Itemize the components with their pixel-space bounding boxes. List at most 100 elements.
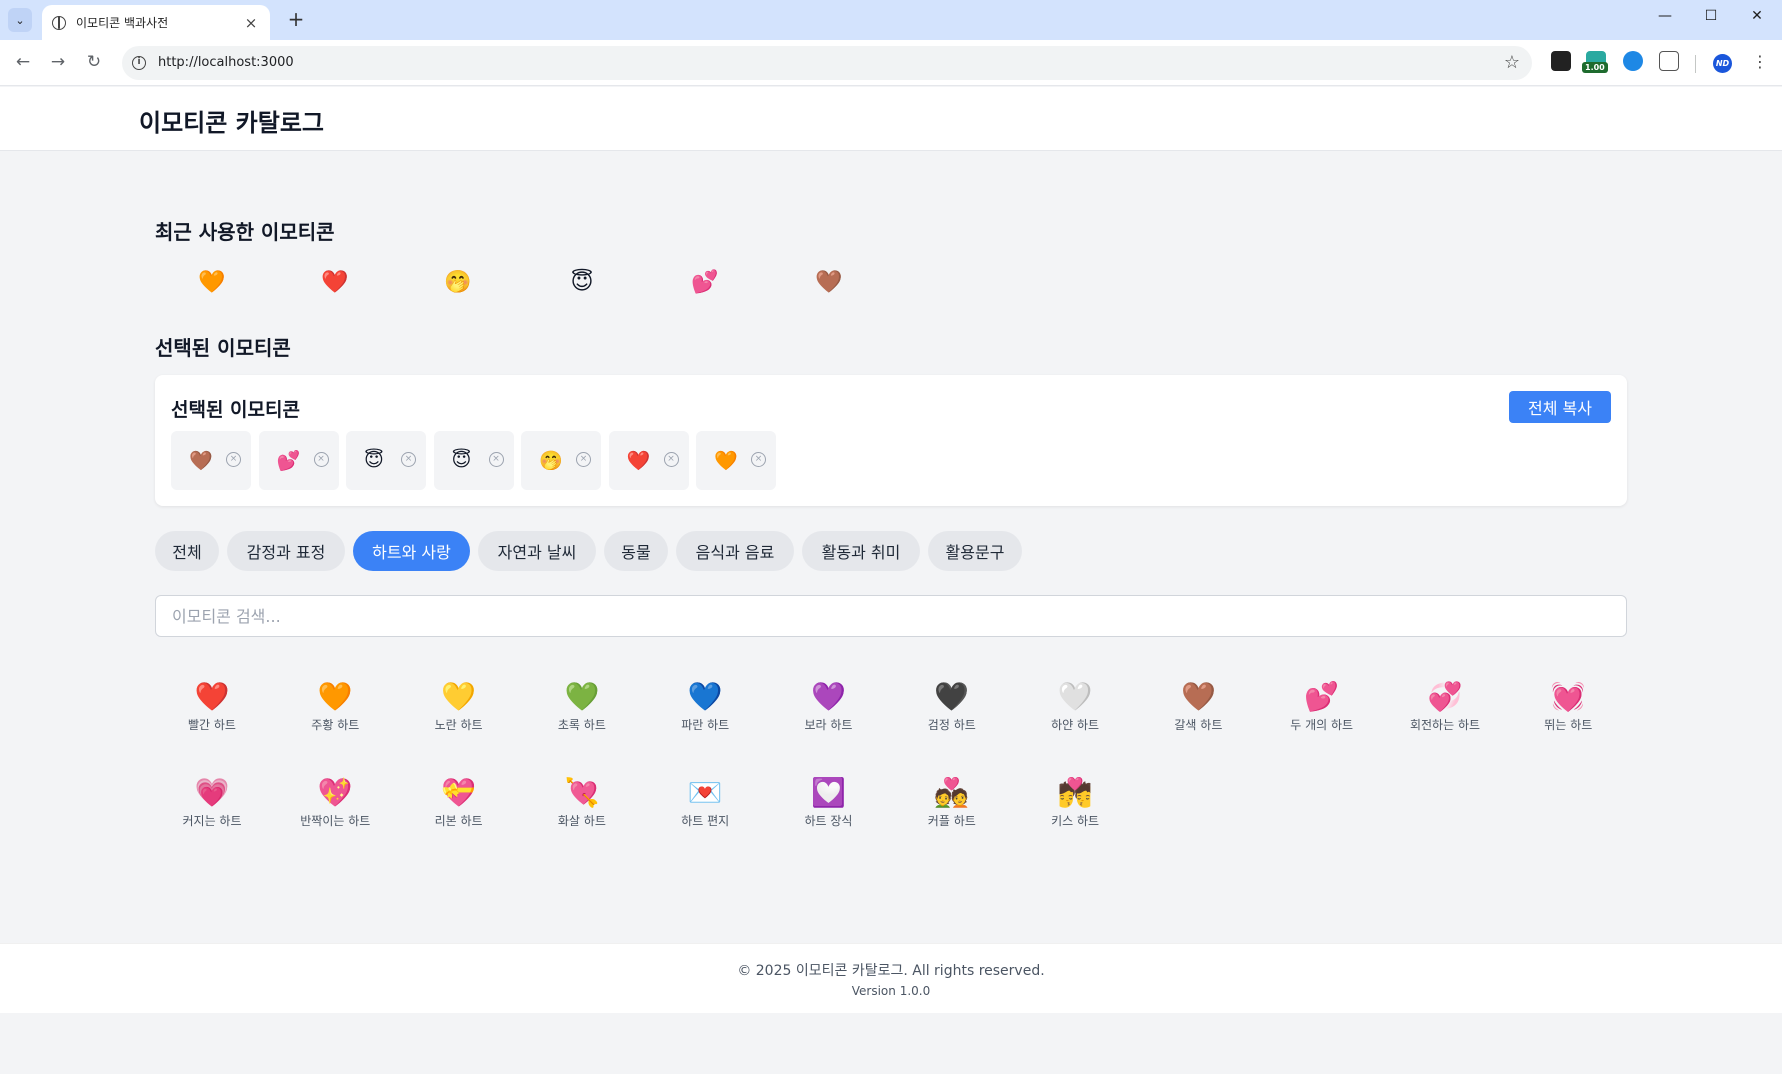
selected-emoji-glyph: 😇 <box>451 449 472 471</box>
emoji-glyph: 💑 <box>934 776 970 809</box>
forward-icon[interactable]: → <box>47 52 69 72</box>
emoji-name-label: 파란 하트 <box>681 718 730 732</box>
footer: © 2025 이모티콘 카탈로그. All rights reserved. V… <box>0 943 1782 1013</box>
emoji-grid-item[interactable]: ❤️ 빨간 하트 <box>157 680 267 733</box>
footer-copyright: © 2025 이모티콘 카탈로그. All rights reserved. <box>737 963 1045 979</box>
selected-emoji-chip[interactable]: 🤎 × <box>171 431 251 490</box>
bookmark-star-icon[interactable]: ☆ <box>1504 52 1520 73</box>
recent-emoji[interactable]: ❤️ <box>315 270 355 295</box>
recent-emoji[interactable]: 😇 <box>562 270 602 295</box>
remove-circle-icon[interactable]: × <box>576 452 591 467</box>
url-text[interactable]: http://localhost:3000 <box>158 55 294 70</box>
reload-icon[interactable]: ↻ <box>83 52 105 72</box>
remove-circle-icon[interactable]: × <box>313 452 329 467</box>
selected-emoji-glyph: 💕 <box>276 450 301 472</box>
emoji-glyph: 🧡 <box>317 680 353 713</box>
recent-emoji[interactable]: 🧡 <box>192 270 232 295</box>
emoji-grid-item[interactable]: 💝 리본 하트 <box>404 776 514 829</box>
remove-circle-icon[interactable]: × <box>663 452 679 467</box>
selected-emoji-chip[interactable]: ❤️ × <box>608 431 689 490</box>
remove-circle-icon[interactable]: × <box>751 452 766 467</box>
selected-emoji-chip[interactable]: 💕 × <box>258 431 339 490</box>
puzzle-extensions-icon[interactable] <box>1659 51 1679 71</box>
category-tab[interactable]: 자연과 날씨 <box>478 531 596 571</box>
browser-toolbar: ← → ↻ i http://localhost:3000 ☆ 1.00 ND … <box>0 40 1782 86</box>
emoji-grid-item[interactable]: 💑 커플 하트 <box>897 776 1007 829</box>
emoji-name-label: 뛰는 하트 <box>1544 718 1593 732</box>
more-menu-icon[interactable]: ⋮ <box>1752 52 1768 71</box>
search-input[interactable] <box>155 595 1627 637</box>
selected-emoji-card: 선택된 이모티콘 전체 복사 🤎 × 💕 × 😇 × 😇 × 🤭 × ❤️ × 🧡 × <box>155 375 1627 506</box>
emoji-name-label: 하트 장식 <box>804 814 853 828</box>
recent-emoji[interactable]: 🤭 <box>438 270 478 295</box>
emoji-grid-item[interactable]: 💕 두 개의 하트 <box>1267 680 1377 733</box>
selected-emoji-glyph: 🤭 <box>539 450 563 472</box>
emoji-name-label: 커플 하트 <box>927 814 976 828</box>
recent-emoji[interactable]: 🤎 <box>809 270 849 295</box>
extension-icon[interactable] <box>1623 51 1643 71</box>
selected-emoji-chip[interactable]: 😇 × <box>433 431 514 490</box>
footer-version: Version 1.0.0 <box>851 984 931 998</box>
emoji-grid-item[interactable]: 💏 키스 하트 <box>1020 776 1130 829</box>
emoji-glyph: 💙 <box>687 680 723 713</box>
site-info-icon[interactable]: i <box>132 56 146 70</box>
emoji-grid-item[interactable]: 💛 노란 하트 <box>404 680 514 733</box>
emoji-glyph: 💞 <box>1427 680 1463 713</box>
minimize-icon[interactable]: — <box>1655 8 1675 24</box>
emoji-name-label: 노란 하트 <box>434 718 483 732</box>
globe-icon <box>52 15 66 30</box>
emoji-grid-item[interactable]: 💖 반짝이는 하트 <box>280 776 390 829</box>
extension-icon[interactable] <box>1551 51 1571 71</box>
emoji-grid-item[interactable]: 💘 화살 하트 <box>527 776 637 829</box>
category-tab[interactable]: 활용문구 <box>928 531 1022 571</box>
profile-avatar[interactable]: ND <box>1713 54 1732 73</box>
category-tab[interactable]: 활동과 취미 <box>802 531 920 571</box>
emoji-grid-item[interactable]: 💌 하트 편지 <box>650 776 760 829</box>
selected-emoji-chip[interactable]: 😇 × <box>346 431 426 490</box>
selected-emoji-chip[interactable]: 🧡 × <box>696 431 776 490</box>
emoji-grid-item[interactable]: 💚 초록 하트 <box>527 680 637 733</box>
emoji-glyph: 💓 <box>1550 680 1586 713</box>
emoji-grid-item[interactable]: 🤍 하얀 하트 <box>1020 680 1130 733</box>
selected-emoji-chip[interactable]: 🤭 × <box>521 431 601 490</box>
tab-title: 이모티콘 백과사전 <box>76 16 169 30</box>
browser-tab[interactable]: 이모티콘 백과사전 × <box>42 5 270 40</box>
remove-circle-icon[interactable]: × <box>226 452 241 467</box>
category-tab[interactable]: 감정과 표정 <box>227 531 345 571</box>
emoji-name-label: 하트 편지 <box>681 814 730 828</box>
selected-emoji-glyph: 😇 <box>364 449 384 471</box>
app-header: 이모티콘 카탈로그 <box>0 87 1782 151</box>
remove-circle-icon[interactable]: × <box>488 452 504 467</box>
emoji-grid-item[interactable]: 🤎 갈색 하트 <box>1143 680 1253 733</box>
emoji-grid-item[interactable]: 💜 보라 하트 <box>774 680 884 733</box>
emoji-grid-item[interactable]: 💞 회전하는 하트 <box>1390 680 1500 733</box>
back-icon[interactable]: ← <box>12 52 34 72</box>
emoji-name-label: 보라 하트 <box>804 718 853 732</box>
emoji-name-label: 갈색 하트 <box>1174 718 1223 732</box>
close-window-icon[interactable]: ✕ <box>1747 8 1767 24</box>
emoji-grid-item[interactable]: 💟 하트 장식 <box>774 776 884 829</box>
recent-emoji[interactable]: 💕 <box>685 270 725 295</box>
remove-circle-icon[interactable]: × <box>401 452 416 467</box>
new-tab-icon[interactable]: + <box>284 8 308 32</box>
close-tab-icon[interactable]: × <box>242 14 260 32</box>
category-tab[interactable]: 전체 <box>155 531 219 571</box>
emoji-grid-item[interactable]: 💓 뛰는 하트 <box>1513 680 1623 733</box>
emoji-grid-item[interactable]: 💙 파란 하트 <box>650 680 760 733</box>
emoji-glyph: 💛 <box>441 680 477 713</box>
emoji-grid-item[interactable]: 🖤 검정 하트 <box>897 680 1007 733</box>
emoji-grid-item[interactable]: 🧡 주황 하트 <box>280 680 390 733</box>
extension-badge: 1.00 <box>1582 62 1608 73</box>
emoji-grid-item[interactable]: 💗 커지는 하트 <box>157 776 267 829</box>
category-tab[interactable]: 음식과 음료 <box>676 531 794 571</box>
category-tab[interactable]: 하트와 사랑 <box>353 531 470 571</box>
maximize-icon[interactable]: ☐ <box>1701 8 1721 24</box>
category-tab[interactable]: 동물 <box>604 531 668 571</box>
emoji-glyph: 💚 <box>564 680 600 713</box>
copy-all-button[interactable]: 전체 복사 <box>1509 391 1611 423</box>
emoji-glyph: ❤️ <box>194 680 230 713</box>
browser-tab-strip: ⌄ 이모티콘 백과사전 × + — ☐ ✕ <box>0 0 1782 40</box>
emoji-name-label: 화살 하트 <box>557 814 606 828</box>
tab-search-chevron-icon[interactable]: ⌄ <box>8 8 32 32</box>
address-bar[interactable]: i http://localhost:3000 ☆ <box>122 46 1532 80</box>
